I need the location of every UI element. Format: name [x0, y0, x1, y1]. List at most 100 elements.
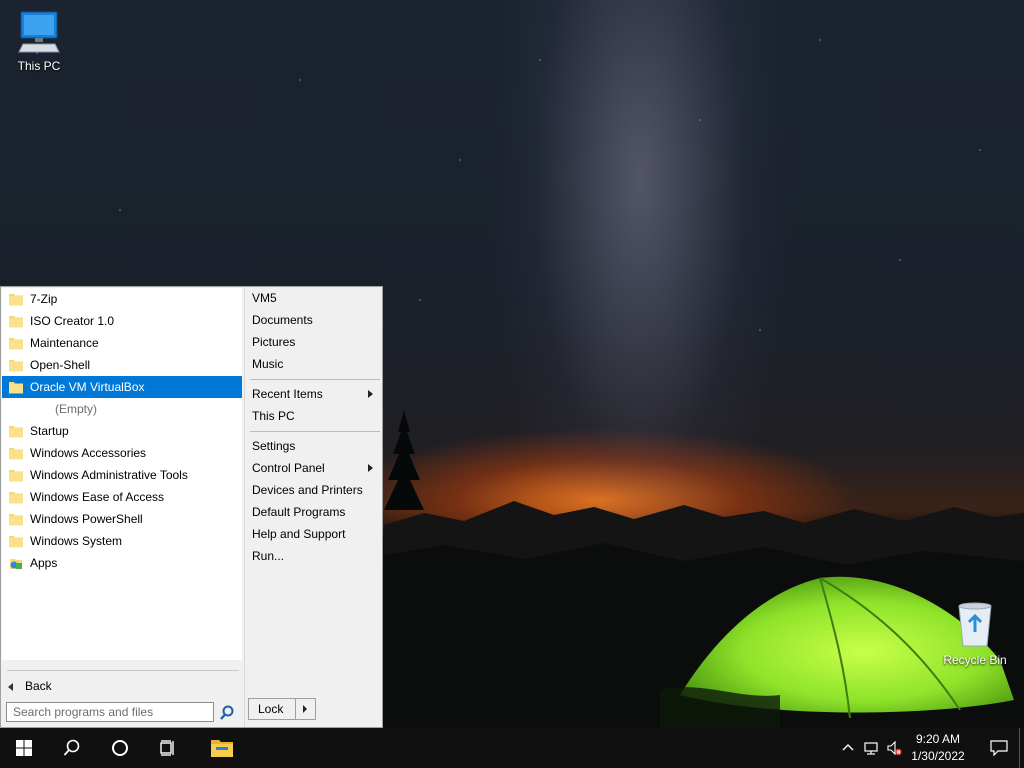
program-label: Startup — [30, 424, 69, 438]
file-explorer-icon — [211, 740, 233, 757]
separator — [7, 670, 239, 671]
program-label: Windows Administrative Tools — [30, 468, 188, 482]
cortana-button[interactable] — [96, 728, 144, 768]
recycle-bin-icon — [958, 602, 992, 647]
program-label: 7-Zip — [30, 292, 58, 306]
right-item-settings[interactable]: Settings — [252, 435, 380, 457]
volume-muted-icon[interactable] — [886, 740, 902, 756]
clock-time: 9:20 AM — [915, 732, 961, 746]
windows-start-icon — [16, 740, 32, 756]
chevron-up-icon[interactable] — [840, 740, 856, 756]
show-desktop-button[interactable] — [1019, 728, 1024, 768]
shutdown-options-button[interactable] — [296, 698, 316, 720]
back-label: Back — [25, 679, 52, 693]
start-button[interactable] — [0, 728, 48, 768]
separator — [250, 431, 380, 432]
right-item-default-programs[interactable]: Default Programs — [252, 501, 380, 523]
lock-button[interactable]: Lock — [248, 698, 296, 720]
cortana-icon — [112, 740, 128, 756]
right-item-documents[interactable]: Documents — [252, 309, 380, 331]
task-view-button[interactable] — [144, 728, 192, 768]
right-item-label: Control Panel — [252, 461, 325, 475]
file-explorer-button[interactable] — [196, 728, 244, 768]
action-center-button[interactable] — [976, 728, 1020, 768]
start-menu: 7-Zip ISO Creator 1.0 Maintenance Open-S… — [0, 286, 383, 728]
right-item-label: Music — [252, 357, 284, 371]
search-icon — [63, 739, 80, 756]
program-apps[interactable]: Apps — [2, 552, 242, 574]
program-folder-windows-system[interactable]: Windows System — [2, 530, 242, 552]
folder-icon — [9, 536, 23, 548]
folder-icon — [9, 470, 23, 482]
right-item-label: Settings — [252, 439, 296, 453]
program-folder-windows-powershell[interactable]: Windows PowerShell — [2, 508, 242, 530]
clock-date: 1/30/2022 — [911, 749, 965, 763]
submenu-arrow-icon — [368, 390, 373, 398]
program-label: Maintenance — [30, 336, 99, 350]
notification-icon — [990, 740, 1008, 756]
program-folder-windows-accessories[interactable]: Windows Accessories — [2, 442, 242, 464]
right-item-music[interactable]: Music — [252, 353, 380, 375]
folder-icon — [9, 316, 23, 328]
back-arrow-icon — [8, 683, 13, 691]
folder-icon — [9, 448, 23, 460]
right-item-label: Pictures — [252, 335, 296, 349]
separator — [250, 379, 380, 380]
program-label: Windows Accessories — [30, 446, 147, 460]
right-item-pictures[interactable]: Pictures — [252, 331, 380, 353]
apps-icon — [10, 559, 22, 569]
program-folder-maintenance[interactable]: Maintenance — [2, 332, 242, 354]
right-item-label: VM5 — [252, 291, 277, 305]
right-item-label: Devices and Printers — [252, 483, 363, 497]
right-item-label: Documents — [252, 313, 313, 327]
right-item-help-and-support[interactable]: Help and Support — [252, 523, 380, 545]
empty-folder-label: (Empty) — [55, 402, 97, 416]
program-label: Windows Ease of Access — [30, 490, 165, 504]
program-label: Open-Shell — [30, 358, 91, 372]
program-folder-startup[interactable]: Startup — [2, 420, 242, 442]
folder-icon — [9, 294, 23, 306]
taskbar: 9:20 AM 1/30/2022 — [0, 728, 1024, 768]
search-input[interactable] — [6, 702, 214, 722]
search-icon[interactable] — [218, 704, 236, 722]
folder-icon — [9, 514, 23, 526]
lock-label: Lock — [258, 702, 284, 716]
folder-icon — [9, 426, 23, 438]
program-folder-iso-creator[interactable]: ISO Creator 1.0 — [2, 310, 242, 332]
desktop-icon-recycle-bin[interactable]: Recycle Bin — [938, 602, 1012, 667]
right-item-run[interactable]: Run... — [252, 545, 380, 567]
program-folder-7-zip[interactable]: 7-Zip — [2, 288, 242, 310]
right-item-label: This PC — [252, 409, 295, 423]
taskbar-clock[interactable]: 9:20 AM 1/30/2022 — [905, 731, 971, 765]
task-view-icon — [160, 740, 174, 756]
program-folder-oracle-vm-virtualbox[interactable]: Oracle VM VirtualBox — [2, 376, 242, 398]
programs-list: 7-Zip ISO Creator 1.0 Maintenance Open-S… — [2, 288, 242, 660]
right-item-label: Run... — [252, 549, 285, 563]
program-label: Windows PowerShell — [30, 512, 143, 526]
program-folder-windows-ease-of-access[interactable]: Windows Ease of Access — [2, 486, 242, 508]
program-folder-open-shell[interactable]: Open-Shell — [2, 354, 242, 376]
chevron-right-icon — [303, 705, 307, 713]
program-label: Apps — [30, 556, 58, 570]
program-label: Windows System — [30, 534, 123, 548]
program-label: ISO Creator 1.0 — [30, 314, 115, 328]
right-item-label: Help and Support — [252, 527, 346, 541]
right-item-label: Recent Items — [252, 387, 323, 401]
right-item-devices-and-printers[interactable]: Devices and Printers — [252, 479, 380, 501]
network-icon[interactable] — [863, 740, 879, 756]
taskbar-search-button[interactable] — [48, 728, 96, 768]
right-item-recent-items[interactable]: Recent Items — [252, 383, 380, 405]
desktop-icon-this-pc[interactable]: This PC — [2, 10, 76, 73]
program-label: Oracle VM VirtualBox — [30, 380, 145, 394]
right-item-control-panel[interactable]: Control Panel — [252, 457, 380, 479]
computer-icon — [18, 11, 60, 53]
back-button[interactable]: Back — [3, 675, 239, 697]
desktop-icon-label: Recycle Bin — [943, 653, 1007, 667]
right-item-vm5[interactable]: VM5 — [252, 287, 380, 309]
folder-icon — [9, 360, 23, 372]
right-item-label: Default Programs — [252, 505, 346, 519]
program-folder-windows-administrative-tools[interactable]: Windows Administrative Tools — [2, 464, 242, 486]
right-item-this-pc[interactable]: This PC — [252, 405, 380, 427]
folder-icon — [9, 492, 23, 504]
column-divider — [244, 287, 245, 727]
